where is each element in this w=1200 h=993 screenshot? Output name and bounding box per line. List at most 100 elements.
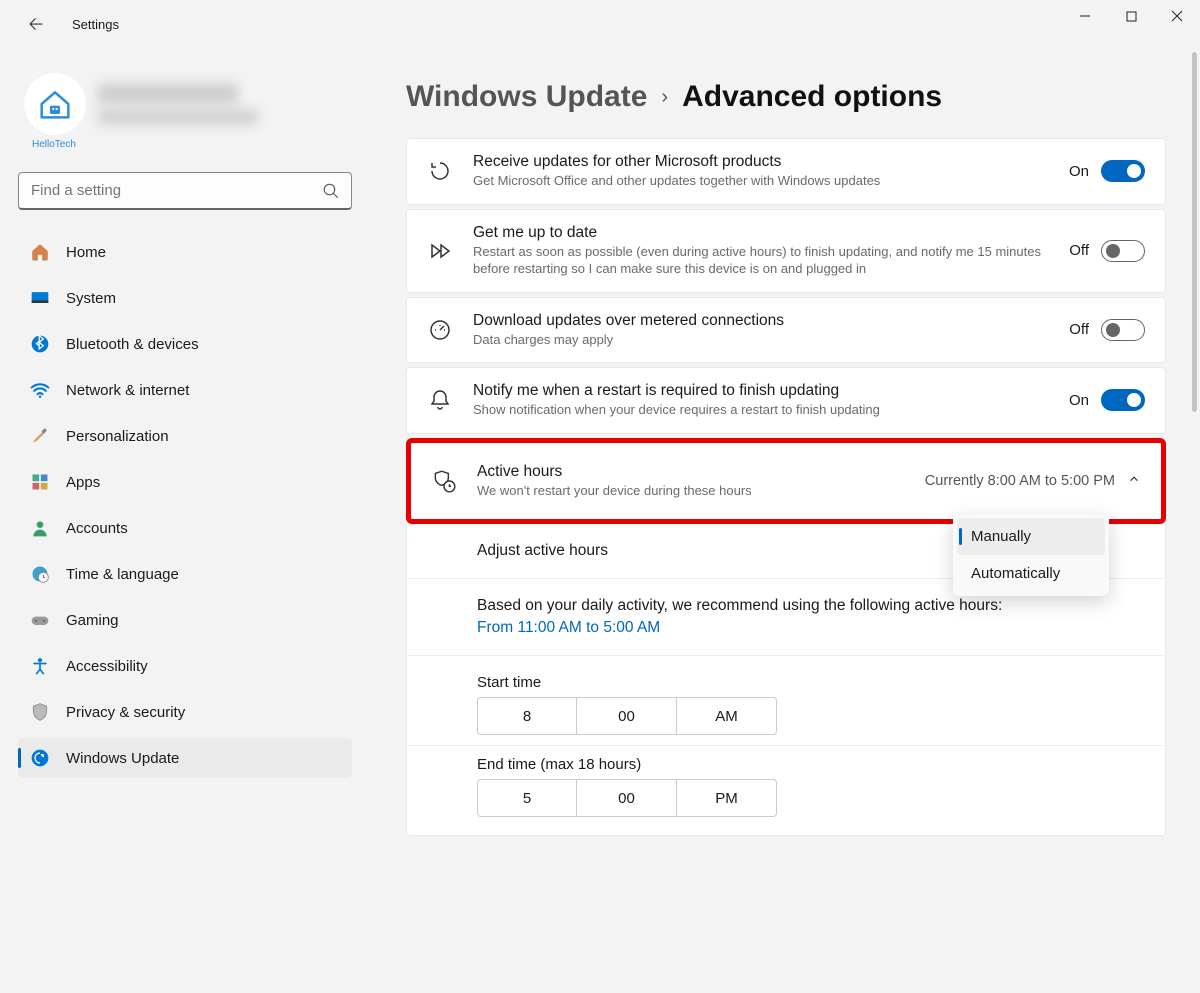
sidebar-item-label: Network & internet <box>66 382 189 399</box>
end-time-picker[interactable]: 5 00 PM <box>477 779 1145 817</box>
card-receive-updates[interactable]: Receive updates for other Microsoft prod… <box>406 138 1166 205</box>
dropdown-option-automatically[interactable]: Automatically <box>957 555 1105 592</box>
system-icon <box>30 288 50 308</box>
recommendation-text: Based on your daily activity, we recomme… <box>477 597 1145 615</box>
card-active-hours[interactable]: Active hours We won't restart your devic… <box>411 443 1161 520</box>
start-time-label: Start time <box>477 674 1145 691</box>
sidebar-item-label: Bluetooth & devices <box>66 336 199 353</box>
toggle-metered[interactable] <box>1101 319 1145 341</box>
start-minute[interactable]: 00 <box>577 697 677 735</box>
sidebar-item-label: Accounts <box>66 520 128 537</box>
sidebar-item-network[interactable]: Network & internet <box>18 370 352 410</box>
minimize-button[interactable] <box>1062 0 1108 32</box>
sidebar-item-personalization[interactable]: Personalization <box>18 416 352 456</box>
card-title: Receive updates for other Microsoft prod… <box>473 153 1049 171</box>
close-icon <box>1171 10 1183 22</box>
card-notify-restart[interactable]: Notify me when a restart is required to … <box>406 367 1166 434</box>
sidebar-item-windows-update[interactable]: Windows Update <box>18 738 352 778</box>
profile-name-redacted <box>98 84 238 104</box>
home-icon <box>30 242 50 262</box>
paintbrush-icon <box>30 426 50 446</box>
profile-email-redacted <box>98 110 258 124</box>
refresh-icon <box>427 159 453 183</box>
start-time-row: Start time 8 00 AM <box>407 656 1165 746</box>
sidebar-item-time[interactable]: Time & language <box>18 554 352 594</box>
hellotech-logo-icon <box>35 84 75 124</box>
sidebar-item-system[interactable]: System <box>18 278 352 318</box>
sidebar-item-label: Apps <box>66 474 100 491</box>
start-hour[interactable]: 8 <box>477 697 577 735</box>
wifi-icon <box>30 380 50 400</box>
toggle-receive-updates[interactable] <box>1101 160 1145 182</box>
end-hour[interactable]: 5 <box>477 779 577 817</box>
sidebar-item-home[interactable]: Home <box>18 232 352 272</box>
card-title: Download updates over metered connection… <box>473 312 1049 330</box>
search-input[interactable] <box>18 172 352 210</box>
toggle-notify[interactable] <box>1101 389 1145 411</box>
maximize-button[interactable] <box>1108 0 1154 32</box>
card-subtitle: We won't restart your device during thes… <box>477 482 905 500</box>
end-time-label: End time (max 18 hours) <box>477 756 1145 773</box>
breadcrumb-parent[interactable]: Windows Update <box>406 80 647 114</box>
toggle-label: On <box>1069 163 1089 180</box>
sidebar-item-label: Windows Update <box>66 750 179 767</box>
sidebar-item-gaming[interactable]: Gaming <box>18 600 352 640</box>
card-subtitle: Get Microsoft Office and other updates t… <box>473 172 1049 190</box>
card-metered[interactable]: Download updates over metered connection… <box>406 297 1166 364</box>
sidebar-item-label: System <box>66 290 116 307</box>
scrollbar-thumb[interactable] <box>1192 52 1197 412</box>
card-subtitle: Restart as soon as possible (even during… <box>473 243 1049 278</box>
gamepad-icon <box>30 610 50 630</box>
globe-clock-icon <box>30 564 50 584</box>
toggle-label: Off <box>1069 242 1089 259</box>
sidebar-item-bluetooth[interactable]: Bluetooth & devices <box>18 324 352 364</box>
titlebar: Settings <box>0 0 1200 48</box>
gauge-icon <box>427 318 453 342</box>
sidebar-item-label: Time & language <box>66 566 179 583</box>
scrollbar[interactable] <box>1192 52 1197 990</box>
toggle-up-to-date[interactable] <box>1101 240 1145 262</box>
card-title: Get me up to date <box>473 224 1049 242</box>
end-minute[interactable]: 00 <box>577 779 677 817</box>
bell-icon <box>427 388 453 412</box>
toggle-label: Off <box>1069 321 1089 338</box>
start-ampm[interactable]: AM <box>677 697 777 735</box>
main-content: Windows Update › Advanced options Receiv… <box>370 48 1200 993</box>
adjust-label: Adjust active hours <box>477 542 608 560</box>
sidebar-item-label: Privacy & security <box>66 704 185 721</box>
breadcrumb: Windows Update › Advanced options <box>406 80 1200 114</box>
sidebar-item-privacy[interactable]: Privacy & security <box>18 692 352 732</box>
start-time-picker[interactable]: 8 00 AM <box>477 697 1145 735</box>
sidebar: HelloTech Home System Bluetooth & device… <box>0 48 370 993</box>
apps-icon <box>30 472 50 492</box>
chevron-up-icon[interactable] <box>1127 472 1141 490</box>
app-title: Settings <box>72 17 119 32</box>
update-icon <box>30 748 50 768</box>
sidebar-item-apps[interactable]: Apps <box>18 462 352 502</box>
shield-icon <box>30 702 50 722</box>
dropdown-option-manually[interactable]: Manually <box>957 518 1105 555</box>
card-title: Notify me when a restart is required to … <box>473 382 1049 400</box>
sidebar-item-label: Home <box>66 244 106 261</box>
sidebar-item-label: Gaming <box>66 612 119 629</box>
profile-block[interactable] <box>18 73 352 135</box>
chevron-right-icon: › <box>661 86 668 109</box>
accessibility-icon <box>30 656 50 676</box>
sidebar-item-accessibility[interactable]: Accessibility <box>18 646 352 686</box>
close-button[interactable] <box>1154 0 1200 32</box>
card-subtitle: Show notification when your device requi… <box>473 401 1049 419</box>
recommendation-link[interactable]: From 11:00 AM to 5:00 AM <box>477 619 1145 637</box>
card-get-up-to-date[interactable]: Get me up to date Restart as soon as pos… <box>406 209 1166 293</box>
avatar <box>24 73 86 135</box>
page-title: Advanced options <box>682 80 942 114</box>
sidebar-item-accounts[interactable]: Accounts <box>18 508 352 548</box>
clock-shield-icon <box>431 468 457 494</box>
adjust-mode-dropdown: Manually Automatically <box>953 514 1109 596</box>
back-button[interactable] <box>20 8 52 40</box>
end-time-row: End time (max 18 hours) 5 00 PM <box>407 746 1165 835</box>
end-ampm[interactable]: PM <box>677 779 777 817</box>
card-title: Active hours <box>477 463 905 481</box>
arrow-left-icon <box>27 15 45 33</box>
sidebar-item-label: Personalization <box>66 428 169 445</box>
active-hours-panel: Adjust active hours Manually Automatical… <box>406 524 1166 836</box>
